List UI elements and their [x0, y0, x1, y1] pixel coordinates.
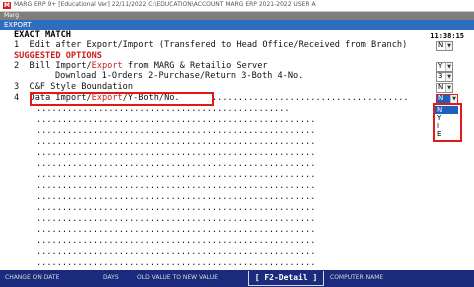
option-number: 4 [14, 93, 20, 103]
menu-bar: Marg [0, 12, 474, 20]
marg-logo-icon: M [3, 2, 11, 9]
section-exact-match: EXACT MATCH [14, 30, 71, 40]
empty-row: ........................................… [36, 192, 316, 202]
empty-row: ........................................… [36, 247, 316, 257]
screen-title: EXPORT [4, 21, 32, 29]
option-number: 2 [14, 61, 20, 71]
option-label-highlight: Export [91, 61, 123, 71]
option-label-start: Bill Import/ [29, 61, 92, 71]
computer-name-label: COMPUTER NAME [330, 274, 384, 281]
option-1-value: N [438, 41, 444, 49]
option-label-end: from MARG & Retailio Server [122, 61, 268, 71]
empty-row: ........................................… [36, 181, 316, 191]
option-row-4-leader: ...................................... [212, 93, 409, 103]
empty-row: ........................................… [36, 115, 316, 125]
chevron-down-icon[interactable]: ▼ [450, 95, 457, 103]
days-label: DAYS [103, 274, 119, 281]
option-label: Download 1-Orders 2-Purchase/Return 3-Bo… [55, 71, 304, 81]
empty-row: ........................................… [36, 214, 316, 224]
menu-item-marg[interactable]: Marg [4, 12, 19, 20]
chevron-down-icon[interactable]: ▼ [445, 73, 452, 81]
empty-row: ........................................… [36, 258, 316, 268]
empty-row: ........................................… [36, 225, 316, 235]
empty-row: ........................................… [36, 159, 316, 169]
title-bar: M MARG ERP 9+ [Educational Ver] 22/11/20… [0, 0, 474, 12]
f2-detail-button[interactable]: [ F2-Detail ] [248, 271, 324, 286]
option-row-2[interactable]: 2 Bill Import/Export from MARG & Retaili… [14, 62, 268, 71]
clock: 11:38:15 [430, 32, 464, 40]
option-number: 1 [14, 40, 20, 50]
option-row-1[interactable]: 1 Edit after Export/Import (Transfered t… [14, 41, 407, 50]
empty-row: ........................................… [36, 137, 316, 147]
dropdown-option-y[interactable]: Y [437, 114, 441, 122]
option-2-sub-value: 3 [438, 72, 443, 80]
dropdown-option-e[interactable]: E [437, 130, 441, 138]
dropdown-option-i[interactable]: I [437, 122, 439, 130]
screen-header: EXPORT [0, 20, 474, 30]
chevron-down-icon[interactable]: ▼ [445, 42, 452, 50]
empty-row: ........................................… [36, 170, 316, 180]
option-row-3[interactable]: 3 C&F Style Boundation [14, 83, 133, 92]
options-panel: 11:38:15 EXACT MATCH 1 Edit after Export… [0, 30, 474, 270]
empty-row: ........................................… [36, 104, 290, 114]
old-new-value-label: OLD VALUE TO NEW VALUE [137, 274, 219, 281]
change-on-date-label: CHANGE ON DATE [5, 274, 60, 281]
chevron-down-icon[interactable]: ▼ [445, 84, 452, 92]
option-1-select[interactable]: N ▼ [436, 41, 453, 51]
window-title: MARG ERP 9+ [Educational Ver] 22/11/2022… [14, 1, 316, 8]
option-row-2-sub[interactable]: Download 1-Orders 2-Purchase/Return 3-Bo… [55, 72, 303, 81]
option-3-select[interactable]: N ▼ [436, 83, 453, 93]
option-3-value: N [438, 83, 444, 91]
empty-row: ........................................… [36, 126, 316, 136]
option-2-value: Y [438, 62, 443, 70]
option-2-select[interactable]: Y ▼ [436, 62, 453, 72]
option-label: Edit after Export/Import (Transfered to … [29, 40, 408, 50]
empty-row: ........................................… [36, 203, 316, 213]
option-number: 3 [14, 82, 20, 92]
status-bar: CHANGE ON DATE DAYS OLD VALUE TO NEW VAL… [0, 271, 474, 287]
dropdown-option-n[interactable]: N [435, 106, 458, 114]
option-4-dropdown-list[interactable]: N Y I E [433, 103, 462, 142]
chevron-down-icon[interactable]: ▼ [445, 63, 452, 71]
empty-row: ........................................… [36, 236, 316, 246]
section-suggested-options: SUGGESTED OPTIONS [14, 51, 102, 61]
option-4-value: N [438, 94, 444, 102]
option-2-sub-select[interactable]: 3 ▼ [436, 72, 453, 82]
option-label: C&F Style Boundation [29, 82, 134, 92]
empty-row: ........................................… [36, 148, 316, 158]
